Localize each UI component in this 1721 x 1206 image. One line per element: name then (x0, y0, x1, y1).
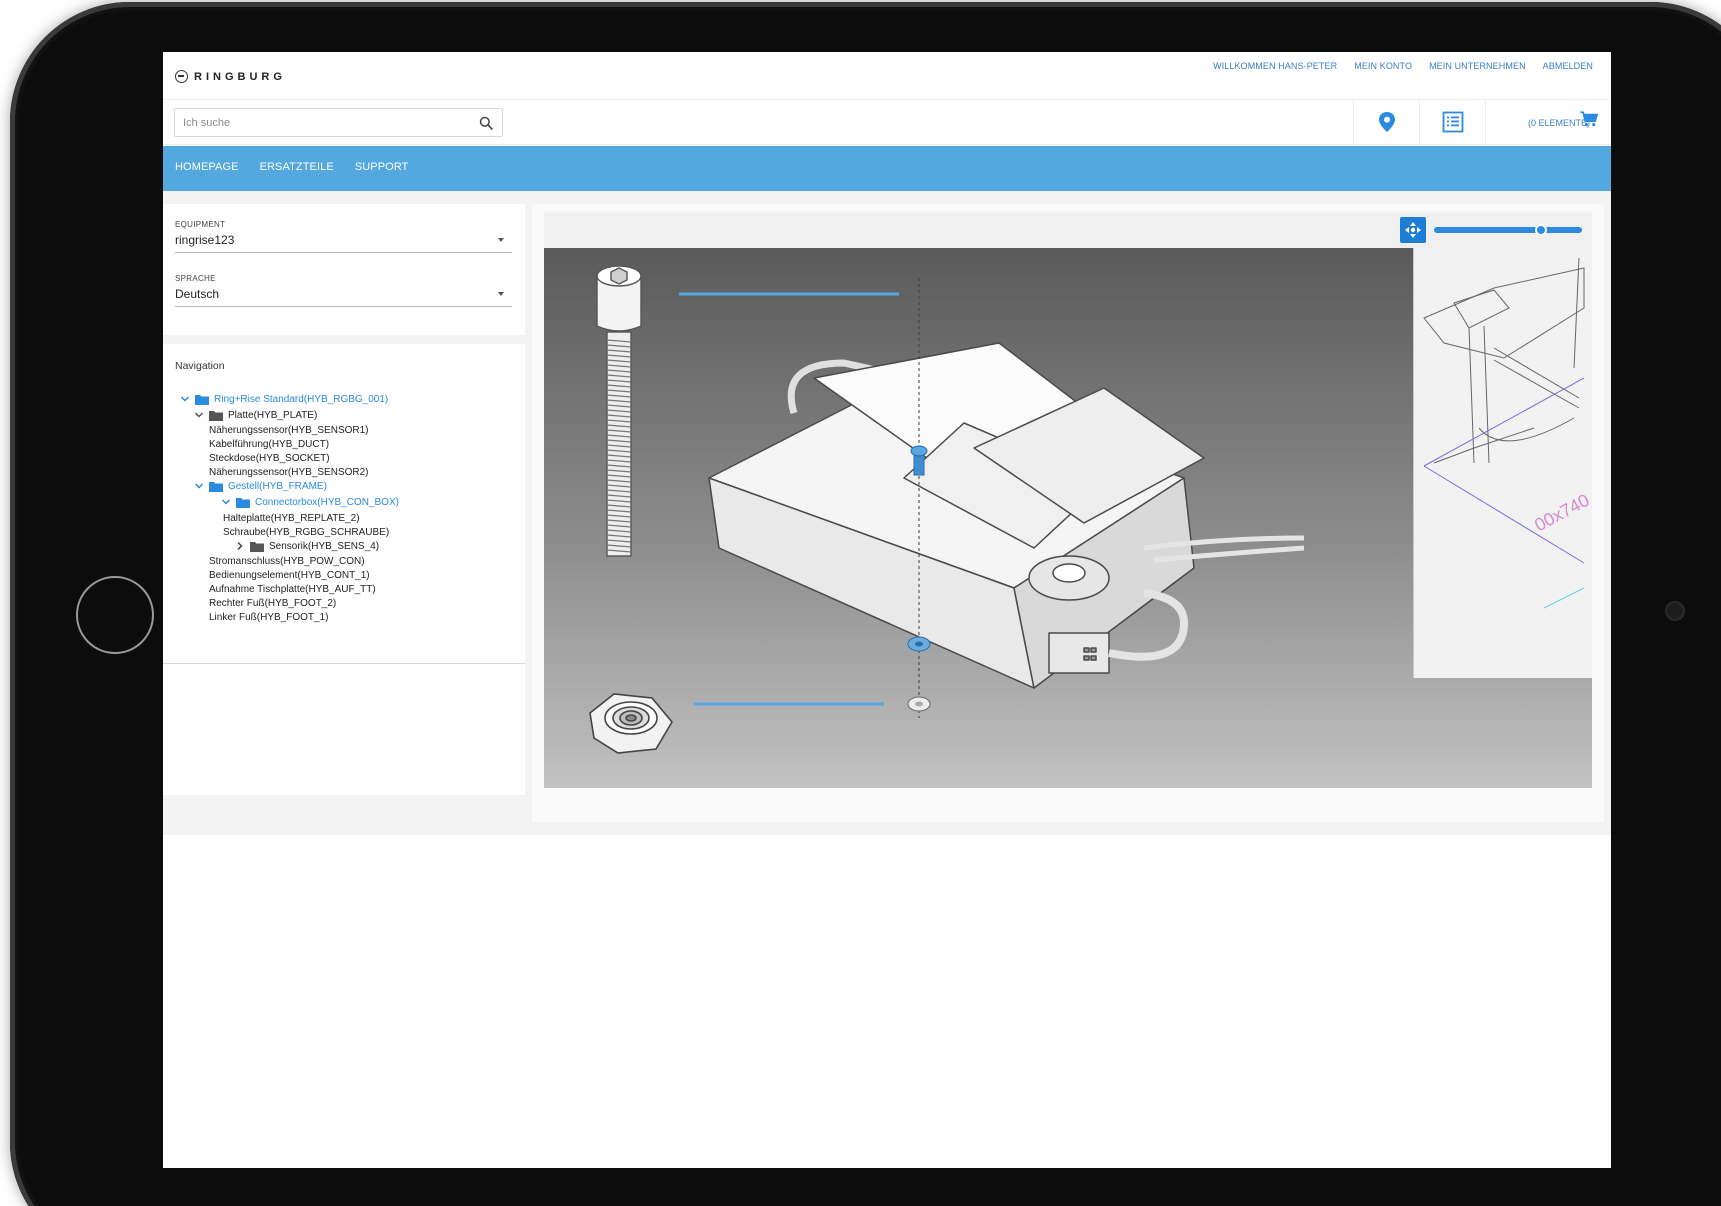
tree-leaf-node[interactable]: Aufnahme Tischplatte(HYB_AUF_TT) (209, 582, 376, 596)
tree-leaf-node[interactable]: Näherungssensor(HYB_SENSOR2) (209, 465, 369, 479)
folder-icon (209, 410, 223, 421)
equipment-value: ringrise123 (175, 233, 235, 247)
nav-spare-parts[interactable]: ERSATZTEILE (260, 161, 334, 173)
tree-node-label: Rechter Fuß(HYB_FOOT_2) (209, 597, 337, 609)
minimap-drawing: 00x740 (1423, 257, 1592, 609)
move-arrows-icon (1405, 222, 1421, 238)
chevron-down-icon[interactable] (194, 481, 204, 491)
small-nut-part[interactable] (907, 696, 931, 712)
tree-leaf-node[interactable]: Rechter Fuß(HYB_FOOT_2) (209, 596, 336, 610)
map-pin-icon (1379, 112, 1395, 132)
exploded-view-canvas[interactable]: 00x740 (544, 248, 1592, 788)
tree-node-label: Schraube(HYB_RGBG_SCHRAUBE) (223, 526, 390, 538)
home-button[interactable] (76, 576, 154, 654)
washer-highlight[interactable] (907, 636, 931, 652)
viewer-toolbar (544, 212, 1592, 248)
nav-homepage[interactable]: HOMEPAGE (175, 161, 239, 173)
tree-node-label: Platte(HYB_PLATE) (228, 409, 318, 421)
language-value: Deutsch (175, 287, 220, 301)
welcome-link[interactable]: WILLKOMMEN HANS-PETER (1213, 61, 1337, 71)
tree-node-label: Ring+Rise Standard(HYB_RGBG_001) (214, 393, 389, 405)
my-company-link[interactable]: MEIN UNTERNEHMEN (1429, 61, 1526, 71)
account-links: WILLKOMMEN HANS-PETER MEIN KONTO MEIN UN… (1213, 61, 1593, 71)
order-list-button[interactable] (1419, 100, 1485, 145)
store-locator-button[interactable] (1353, 100, 1419, 145)
tree-folder-node[interactable]: Platte(HYB_PLATE) (194, 408, 317, 422)
content-area: EQUIPMENT ringrise123 SPRACHE Deutsch Na… (163, 191, 1611, 835)
tree-leaf-node[interactable]: Kabelführung(HYB_DUCT) (209, 437, 329, 451)
tree-node-label: Connectorbox(HYB_CON_BOX) (255, 496, 399, 508)
folder-icon (250, 541, 264, 552)
tree-folder-node[interactable]: Sensorik(HYB_SENS_4) (235, 539, 379, 553)
minimap[interactable]: 00x740 (1413, 248, 1592, 678)
tree-node-label: Kabelführung(HYB_DUCT) (209, 438, 330, 450)
tree-node-label: Aufnahme Tischplatte(HYB_AUF_TT) (209, 583, 376, 595)
tree-leaf-node[interactable]: Steckdose(HYB_SOCKET) (209, 451, 330, 465)
equipment-label: EQUIPMENT (175, 220, 226, 229)
main-nav: HOMEPAGE ERSATZTEILE SUPPORT (163, 146, 1611, 191)
tree-node-label: Näherungssensor(HYB_SENSOR1) (209, 424, 369, 436)
logo-text: RINGBURG (194, 70, 286, 83)
list-icon (1442, 111, 1464, 133)
tree-node-label: Halteplatte(HYB_REPLATE_2) (223, 512, 360, 524)
language-label: SPRACHE (175, 274, 216, 283)
tree-leaf-node[interactable]: Stromanschluss(HYB_POW_CON) (209, 554, 365, 568)
zoom-slider-thumb[interactable] (1534, 224, 1547, 236)
tree-folder-node[interactable]: Gestell(HYB_FRAME) (194, 479, 327, 493)
nav-support[interactable]: SUPPORT (355, 161, 409, 173)
viewer-panel: 00x740 (532, 204, 1604, 822)
logo-mark-icon (175, 70, 188, 83)
logo[interactable]: RINGBURG (175, 70, 286, 83)
tree-leaf-node[interactable]: Näherungssensor(HYB_SENSOR1) (209, 423, 369, 437)
search-input[interactable] (175, 109, 465, 136)
search-box (174, 108, 503, 137)
tree-leaf-node[interactable]: Linker Fuß(HYB_FOOT_1) (209, 610, 328, 624)
minimap-label: 00x740 (1531, 490, 1592, 535)
tree-node-label: Bedienungselement(HYB_CONT_1) (209, 569, 370, 581)
tree-node-label: Sensorik(HYB_SENS_4) (269, 540, 380, 552)
my-account-link[interactable]: MEIN KONTO (1354, 61, 1412, 71)
tree-leaf-node[interactable]: Bedienungselement(HYB_CONT_1) (209, 568, 370, 582)
search-icon[interactable] (479, 116, 493, 130)
folder-icon (209, 481, 223, 492)
3d-viewer[interactable]: 00x740 (544, 212, 1592, 788)
tree-node-label: Näherungssensor(HYB_SENSOR2) (209, 466, 369, 478)
zoom-slider[interactable] (1434, 224, 1582, 236)
top-bar: RINGBURG WILLKOMMEN HANS-PETER MEIN KONT… (163, 52, 1611, 100)
folder-icon (195, 394, 209, 405)
dropdown-caret-icon (498, 238, 504, 242)
tree-node-label: Stromanschluss(HYB_POW_CON) (209, 555, 365, 567)
tree-node-label: Steckdose(HYB_SOCKET) (209, 452, 330, 464)
dropdown-caret-icon (498, 292, 504, 296)
navigation-panel-footer (163, 663, 525, 795)
camera-icon (1665, 601, 1685, 621)
tree-leaf-node[interactable]: Schraube(HYB_RGBG_SCHRAUBE) (223, 525, 389, 539)
chevron-right-icon[interactable] (235, 541, 245, 551)
equipment-select[interactable]: EQUIPMENT ringrise123 (175, 220, 512, 253)
tree-folder-node[interactable]: Connectorbox(HYB_CON_BOX) (221, 495, 399, 509)
cart-button[interactable]: (0 ELEMENTE) (1485, 100, 1611, 145)
pan-tool-button[interactable] (1400, 217, 1426, 243)
search-row: (0 ELEMENTE) (163, 100, 1611, 145)
chevron-down-icon[interactable] (180, 394, 190, 404)
navigation-title: Navigation (175, 360, 225, 372)
filter-panel: EQUIPMENT ringrise123 SPRACHE Deutsch (163, 204, 525, 335)
folder-icon (236, 497, 250, 508)
chevron-down-icon[interactable] (221, 497, 231, 507)
chevron-down-icon[interactable] (194, 410, 204, 420)
tree-node-label: Linker Fuß(HYB_FOOT_1) (209, 611, 329, 623)
cart-icon (1580, 111, 1598, 127)
tree-leaf-node[interactable]: Halteplatte(HYB_REPLATE_2) (223, 511, 360, 525)
logout-link[interactable]: ABMELDEN (1543, 61, 1593, 71)
tree-node-label: Gestell(HYB_FRAME) (228, 480, 327, 492)
language-select[interactable]: SPRACHE Deutsch (175, 274, 512, 307)
tree-folder-node[interactable]: Ring+Rise Standard(HYB_RGBG_001) (180, 392, 388, 406)
app-screen: RINGBURG WILLKOMMEN HANS-PETER MEIN KONT… (163, 52, 1611, 1168)
navigation-panel: Navigation Ring+Rise Standard(HYB_RGBG_0… (163, 344, 525, 663)
